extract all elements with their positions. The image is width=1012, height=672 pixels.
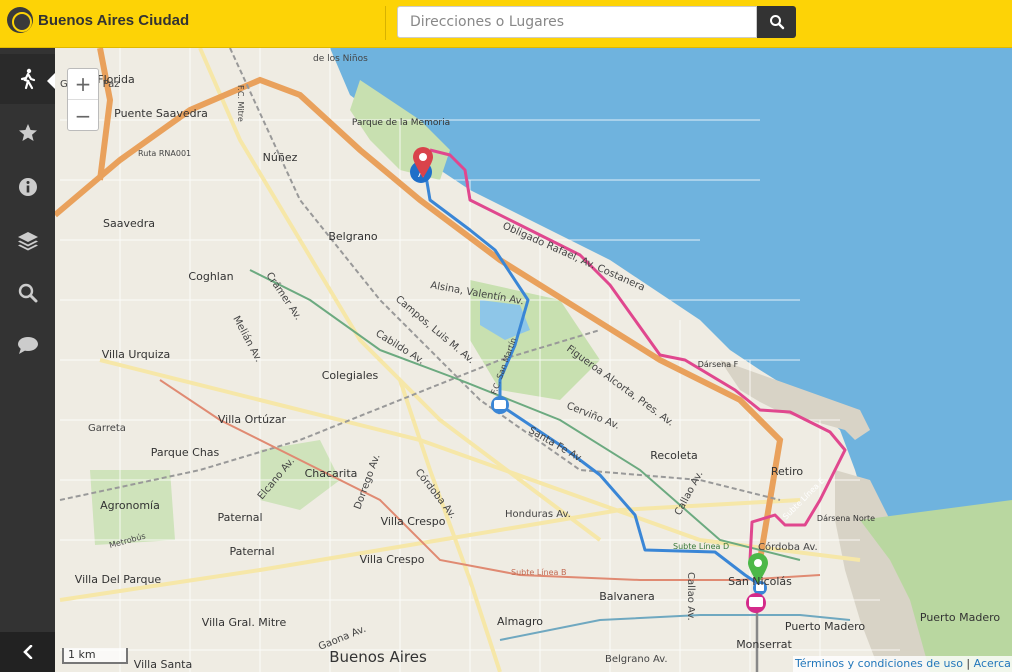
sidebar-item-route[interactable] <box>0 54 55 104</box>
label-villa-santa: Villa Santa <box>134 658 192 671</box>
label-almagro: Almagro <box>497 615 543 628</box>
label-nunez: Núñez <box>263 151 298 164</box>
label-saavedra: Saavedra <box>103 217 155 230</box>
label-puerto-madero-east: Puerto Madero <box>920 611 1001 624</box>
label-parque-memoria: Parque de la Memoria <box>352 118 450 128</box>
label-belgrano-av: Belgrano Av. <box>605 654 668 665</box>
label-puente-saavedra: Puente Saavedra <box>114 107 208 120</box>
city-seal-icon <box>7 7 33 33</box>
brand-name: Buenos Aires Ciudad <box>38 11 190 29</box>
label-villa-urquiza: Villa Urquiza <box>102 348 171 361</box>
label-parque-chas: Parque Chas <box>151 446 220 459</box>
collapse-sidebar-button[interactable] <box>0 632 55 672</box>
zoom-out-button[interactable]: − <box>68 100 98 131</box>
sidebar-item-favorites[interactable] <box>0 108 55 158</box>
header-divider <box>385 6 386 40</box>
search-icon <box>18 283 37 303</box>
label-honduras: Honduras Av. <box>505 509 571 520</box>
sidebar-item-layers[interactable] <box>0 216 55 266</box>
active-indicator <box>47 73 55 89</box>
label-recoleta: Recoleta <box>650 449 698 462</box>
magnifier-icon <box>769 15 784 30</box>
brand-logo[interactable]: Buenos Aires Ciudad <box>7 7 189 33</box>
label-chacarita: Chacarita <box>305 467 358 480</box>
label-rna001: Ruta RNA001 <box>138 149 191 158</box>
sidebar-item-info[interactable] <box>0 162 55 212</box>
label-villa-crespo-2: Villa Crespo <box>360 553 425 566</box>
label-puerto-madero: Puerto Madero <box>785 620 866 633</box>
label-villa-gral-mitre: Villa Gral. Mitre <box>202 616 287 629</box>
bus-stop-marker[interactable] <box>491 396 509 414</box>
label-cordoba-2: Córdoba Av. <box>758 541 818 553</box>
star-icon <box>18 124 37 141</box>
label-darsena-norte: Dársena Norte <box>817 514 875 523</box>
walk-icon <box>20 68 35 90</box>
zoom-in-button[interactable]: + <box>68 69 98 100</box>
label-agronomia: Agronomía <box>100 499 160 512</box>
search-button[interactable] <box>757 6 796 38</box>
map-canvas[interactable]: ʎ Florida Puente Saavedra Parque de la M… <box>55 48 1012 672</box>
label-san-nicolas: San Nicolás <box>728 575 792 588</box>
chevron-left-icon <box>22 645 32 659</box>
label-callao-1: Callao Av. <box>685 572 696 621</box>
label-cramer: Crámer Av. <box>264 270 305 322</box>
layers-icon <box>17 232 38 251</box>
label-fc-mitre: F.C. Mitre <box>236 85 245 122</box>
scale-bar: 1 km <box>62 648 128 664</box>
label-colegiales: Colegiales <box>322 369 379 382</box>
label-coghlan: Coghlan <box>188 270 233 283</box>
address-search-input[interactable] <box>397 6 757 38</box>
label-paternal-1: Paternal <box>217 511 262 524</box>
attribution-separator: | <box>966 657 971 670</box>
transit-stop-marker[interactable] <box>746 593 766 613</box>
top-bar: Buenos Aires Ciudad <box>0 0 1012 48</box>
label-buenos-aires: Buenos Aires <box>329 648 427 666</box>
label-villa-del-parque: Villa Del Parque <box>75 573 162 586</box>
label-villa-ortuzar: Villa Ortúzar <box>218 413 287 426</box>
label-garreta: Garreta <box>88 423 126 434</box>
label-retiro: Retiro <box>771 465 804 478</box>
terms-link[interactable]: Términos y condiciones de uso <box>795 657 963 670</box>
label-cordoba-1: Córdoba Av. <box>413 466 459 520</box>
info-icon <box>18 178 37 196</box>
chat-icon <box>17 337 38 354</box>
label-callao-2: Callao Av. <box>673 469 706 517</box>
label-subte-b: Subte Línea B <box>511 568 566 577</box>
label-belgrano: Belgrano <box>328 230 378 243</box>
label-darsena-f: Dársena F <box>698 360 739 369</box>
label-balvanera: Balvanera <box>599 590 655 603</box>
attribution: Términos y condiciones de uso | Acerca <box>793 656 1012 672</box>
label-villa-crespo-1: Villa Crespo <box>381 515 446 528</box>
sidebar-item-search[interactable] <box>0 268 55 318</box>
label-cervino: Cerviño Av. <box>565 401 621 432</box>
about-link[interactable]: Acerca <box>974 657 1011 670</box>
label-subte-d: Subte Línea D <box>673 542 729 551</box>
sidebar-item-feedback[interactable] <box>0 320 55 370</box>
label-de-los-ninos: de los Niños <box>313 54 368 64</box>
label-paternal-2: Paternal <box>229 545 274 558</box>
sidebar <box>0 48 55 672</box>
label-dorrego: Dorrego Av. <box>352 453 382 511</box>
map-svg[interactable]: ʎ Florida Puente Saavedra Parque de la M… <box>55 48 1012 672</box>
label-monserrat: Monserrat <box>736 638 792 651</box>
zoom-control: + − <box>67 68 99 131</box>
